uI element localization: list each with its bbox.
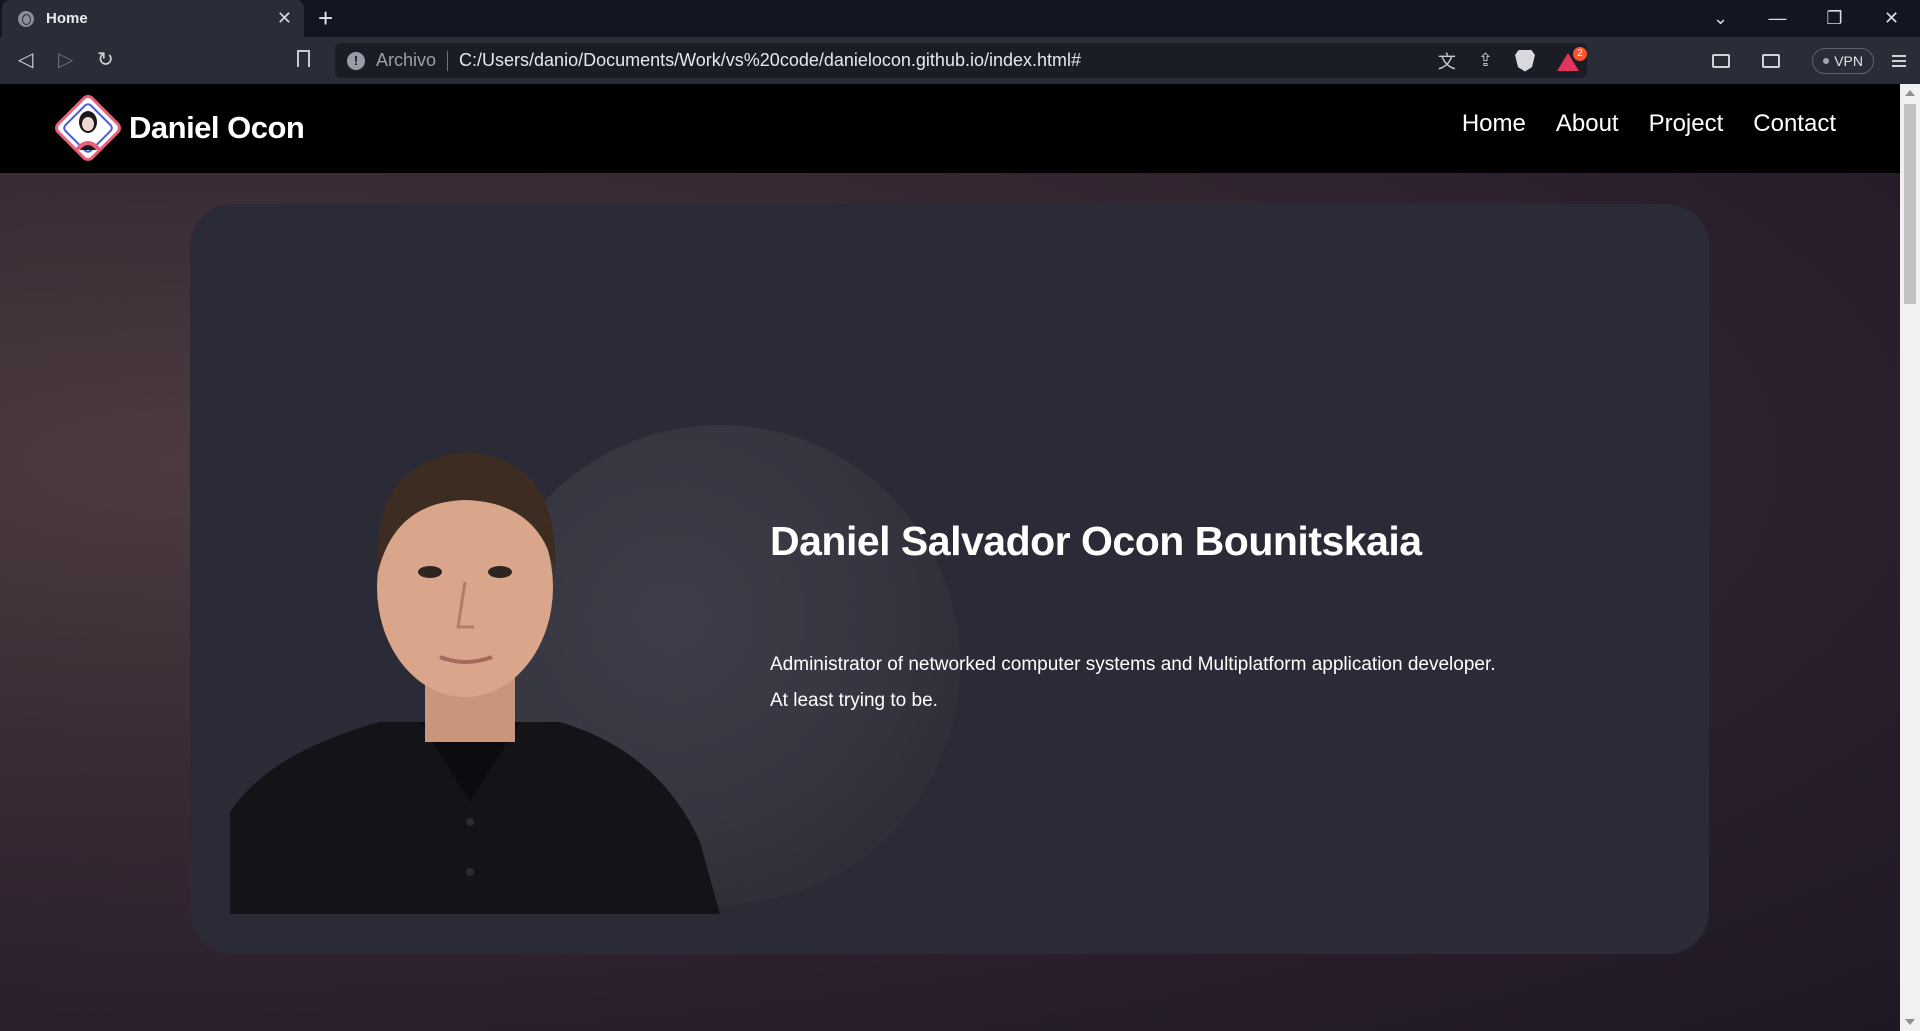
logo-icon[interactable] <box>52 92 124 164</box>
hero-description: Administrator of networked computer syst… <box>770 647 1496 719</box>
close-window-icon[interactable]: ✕ <box>1863 8 1920 29</box>
nav-home[interactable]: Home <box>1462 110 1526 138</box>
reload-icon[interactable]: ↻ <box>97 47 114 72</box>
share-icon[interactable]: ⇪ <box>1478 50 1493 71</box>
site-title[interactable]: Daniel Ocon <box>129 110 305 146</box>
site-header: Daniel Ocon Home About Project Contact <box>0 84 1900 173</box>
restore-icon[interactable]: ❐ <box>1806 8 1863 29</box>
browser-tab-bar: Home ✕ + ⌄ — ❐ ✕ <box>0 0 1920 37</box>
info-icon[interactable]: ! <box>347 51 365 70</box>
forward-icon[interactable]: ▷ <box>58 47 73 72</box>
profile-photo <box>230 452 720 914</box>
new-tab-button[interactable]: + <box>318 4 333 32</box>
page-scrollbar[interactable] <box>1900 84 1920 1031</box>
address-bar[interactable]: ! Archivo C:/Users/danio/Documents/Work/… <box>335 43 1587 78</box>
rewards-badge: 2 <box>1573 46 1587 61</box>
toolbar-right: VPN <box>1712 37 1920 84</box>
vpn-status-dot <box>1823 57 1830 64</box>
sidebar-icon[interactable] <box>1712 53 1731 68</box>
browser-toolbar: ◁ ▷ ↻ ! Archivo C:/Users/danio/Documents… <box>0 37 1920 84</box>
browser-tab[interactable]: Home ✕ <box>2 0 304 37</box>
scroll-up-icon[interactable] <box>1905 90 1915 96</box>
hero-name: Daniel Salvador Ocon Bounitskaia <box>770 518 1422 564</box>
scroll-down-icon[interactable] <box>1905 1019 1915 1025</box>
wallet-icon[interactable] <box>1762 53 1781 68</box>
hero-description-line2: At least trying to be. <box>770 690 938 711</box>
translate-icon[interactable]: 文 <box>1438 48 1456 74</box>
tab-favicon-icon <box>18 10 34 27</box>
scrollbar-thumb[interactable] <box>1904 104 1916 304</box>
minimize-icon[interactable]: — <box>1749 8 1806 29</box>
brave-shield-icon[interactable] <box>1515 49 1535 72</box>
bookmark-icon[interactable] <box>297 50 310 67</box>
nav-contact[interactable]: Contact <box>1753 110 1836 138</box>
brave-rewards-icon[interactable]: 2 <box>1557 46 1587 71</box>
site-nav: Home About Project Contact <box>1462 110 1836 138</box>
hero-description-line1: Administrator of networked computer syst… <box>770 654 1496 675</box>
url-text[interactable]: C:/Users/danio/Documents/Work/vs%20code/… <box>459 50 1438 71</box>
tab-title: Home <box>46 10 88 27</box>
nav-project[interactable]: Project <box>1649 110 1724 138</box>
tab-close-icon[interactable]: ✕ <box>277 8 292 29</box>
vpn-button[interactable]: VPN <box>1812 47 1874 74</box>
nav-about[interactable]: About <box>1556 110 1619 138</box>
menu-icon[interactable] <box>1892 52 1906 70</box>
web-page: Daniel Ocon Home About Project Contact D… <box>0 84 1900 1031</box>
window-controls: ⌄ — ❐ ✕ <box>1692 0 1920 37</box>
tab-search-icon[interactable]: ⌄ <box>1692 8 1749 29</box>
divider <box>447 50 449 71</box>
hero-card: Daniel Salvador Ocon Bounitskaia Adminis… <box>190 204 1709 954</box>
back-icon[interactable]: ◁ <box>18 47 33 72</box>
vpn-label: VPN <box>1834 52 1863 69</box>
scheme-label: Archivo <box>376 50 437 70</box>
